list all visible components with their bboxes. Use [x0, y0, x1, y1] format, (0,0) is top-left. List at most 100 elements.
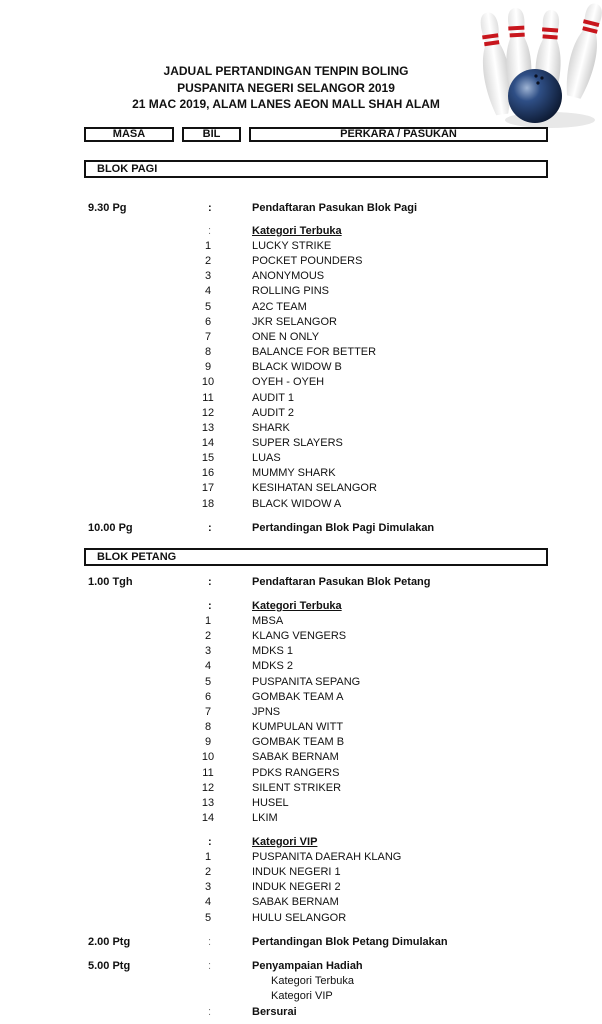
team-name: SUPER SLAYERS: [252, 436, 343, 449]
team-name: HULU SELANGOR: [252, 911, 347, 924]
activity-text: Bersurai: [252, 1006, 297, 1018]
team-name: AUDIT 1: [252, 391, 294, 404]
schedule-row-start-pagi: 10.00 Pg : Pertandingan Blok Pagi Dimula…: [0, 521, 602, 536]
team-number: 2: [204, 630, 212, 643]
team-number: 1: [204, 615, 212, 627]
team-row: 3 MDKS 1: [0, 644, 602, 659]
team-name: ROLLING PINS: [252, 285, 330, 298]
team-number: 5: [204, 675, 212, 688]
time-label: 10.00 Pg: [88, 522, 133, 534]
team-row: 4 SABAK BERNAM: [0, 895, 602, 910]
team-number: 14: [201, 436, 215, 449]
team-name: POCKET POUNDERS: [252, 255, 363, 268]
team-name: BALANCE FOR BETTER: [252, 346, 377, 359]
team-row: 13 SHARK: [0, 421, 602, 436]
team-name: SABAK BERNAM: [252, 751, 339, 764]
team-name: AUDIT 2: [252, 406, 294, 419]
team-number: 11: [202, 766, 214, 779]
activity-text: Pertandingan Blok Pagi Dimulakan: [252, 522, 435, 534]
team-row: 10 OYEH - OYEH: [0, 375, 602, 390]
colon-separator: :: [208, 522, 212, 534]
activity-text: Pertandingan Blok Petang Dimulakan: [252, 936, 448, 948]
category-row-vip: : Kategori VIP: [0, 835, 602, 850]
colon-separator: :: [208, 1006, 212, 1018]
team-number: 6: [204, 315, 212, 328]
team-row: 9 GOMBAK TEAM B: [0, 735, 602, 750]
schedule-row-registration-pagi: 9.30 Pg : Pendaftaran Pasukan Blok Pagi: [0, 201, 602, 216]
team-row: 14 LKIM: [0, 811, 602, 826]
time-label: 9.30 Pg: [88, 202, 127, 214]
team-row: 1 PUSPANITA DAERAH KLANG: [0, 850, 602, 865]
team-row: 7 ONE N ONLY: [0, 330, 602, 345]
category-label: Kategori Terbuka: [252, 600, 342, 612]
schedule-row-start-petang: 2.00 Ptg : Pertandingan Blok Petang Dimu…: [0, 935, 602, 950]
team-name: JKR SELANGOR: [252, 315, 337, 328]
column-header-bil: BIL: [182, 127, 241, 142]
team-number: 4: [204, 660, 212, 673]
team-number: 15: [201, 452, 215, 465]
team-row: 12 AUDIT 2: [0, 406, 602, 421]
team-number: 9: [204, 361, 212, 374]
team-name: SILENT STRIKER: [252, 781, 342, 794]
section-header-blok-petang: BLOK PETANG: [84, 548, 548, 566]
schedule-row-end: : Bersurai: [0, 1005, 602, 1020]
team-number: 11: [202, 391, 214, 404]
column-header-masa: MASA: [84, 127, 174, 142]
team-number: 3: [204, 645, 212, 658]
team-number: 12: [201, 406, 215, 419]
team-row: 6 JKR SELANGOR: [0, 315, 602, 330]
category-label: Kategori VIP: [252, 836, 318, 848]
team-number: 2: [204, 866, 212, 879]
category-row-terbuka-petang: : Kategori Terbuka: [0, 599, 602, 614]
team-number: 8: [204, 346, 212, 359]
team-name: SHARK: [252, 421, 290, 434]
column-header-perkara: PERKARA / PASUKAN: [249, 127, 548, 142]
team-row: 2 INDUK NEGERI 1: [0, 865, 602, 880]
activity-text: Pendaftaran Pasukan Blok Petang: [252, 576, 431, 588]
team-name: KESIHATAN SELANGOR: [252, 482, 377, 495]
team-number: 6: [204, 690, 212, 703]
team-name: MDKS 1: [252, 645, 293, 658]
colon-separator: :: [208, 202, 212, 214]
team-number: 10: [201, 376, 215, 389]
activity-text: Pendaftaran Pasukan Blok Pagi: [252, 202, 418, 214]
team-row: 8 BALANCE FOR BETTER: [0, 345, 602, 360]
team-number: 13: [201, 796, 215, 809]
time-label: 5.00 Ptg: [88, 960, 131, 972]
team-name: GOMBAK TEAM A: [252, 690, 344, 703]
colon-separator: :: [208, 936, 212, 948]
team-name: INDUK NEGERI 1: [252, 866, 341, 879]
schedule-row-registration-petang: 1.00 Tgh : Pendaftaran Pasukan Blok Peta…: [0, 575, 602, 590]
schedule-row-prizes: 5.00 Ptg : Penyampaian Hadiah: [0, 959, 602, 974]
team-name: INDUK NEGERI 2: [252, 881, 341, 894]
team-name: PUSPANITA SEPANG: [252, 675, 361, 688]
team-name: MDKS 2: [252, 660, 293, 673]
team-number: 1: [204, 240, 212, 252]
team-number: 3: [204, 881, 212, 894]
team-name: LKIM: [252, 811, 278, 824]
team-number: 1: [204, 851, 212, 863]
team-name: PUSPANITA DAERAH KLANG: [252, 851, 402, 863]
category-label: Kategori Terbuka: [252, 225, 342, 237]
team-row: 14 SUPER SLAYERS: [0, 436, 602, 451]
team-row: 7 JPNS: [0, 705, 602, 720]
colon-separator: :: [208, 225, 212, 237]
team-number: 3: [204, 270, 212, 283]
prize-item: Kategori Terbuka: [0, 974, 602, 989]
team-row: 2 KLANG VENGERS: [0, 629, 602, 644]
team-row: 4 MDKS 2: [0, 659, 602, 674]
team-number: 12: [201, 781, 215, 794]
time-label: 1.00 Tgh: [88, 576, 133, 588]
team-number: 13: [201, 421, 215, 434]
team-row: 6 GOMBAK TEAM A: [0, 690, 602, 705]
team-name: GOMBAK TEAM B: [252, 736, 345, 749]
team-name: PDKS RANGERS: [252, 766, 340, 779]
team-name: ONE N ONLY: [252, 330, 320, 343]
team-name: LUAS: [252, 452, 281, 465]
category-row-terbuka-pagi: : Kategori Terbuka: [0, 224, 602, 239]
team-name: JPNS: [252, 705, 281, 718]
team-number: 4: [204, 285, 212, 298]
team-number: 4: [204, 896, 212, 909]
team-row: 2 POCKET POUNDERS: [0, 254, 602, 269]
team-row: 5 PUSPANITA SEPANG: [0, 675, 602, 690]
